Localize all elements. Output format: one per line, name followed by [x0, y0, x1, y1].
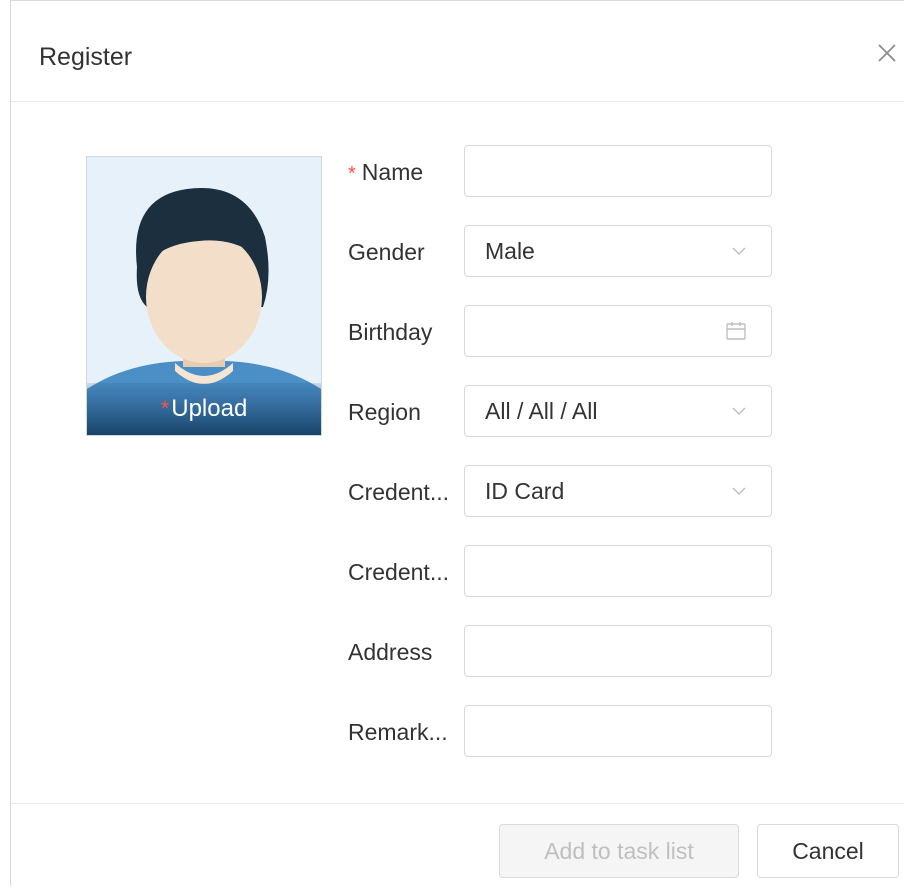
name-label: * Name [348, 145, 423, 199]
chevron-down-icon [732, 407, 746, 415]
credential-type-value: ID Card [485, 478, 565, 504]
required-mark: * [348, 163, 356, 185]
chevron-down-icon [732, 487, 746, 495]
dialog-header: Register [11, 1, 904, 102]
credential-type-select[interactable]: ID Card [464, 465, 772, 517]
dialog-title: Register [39, 43, 133, 71]
chevron-down-icon [732, 247, 746, 255]
region-select[interactable]: All / All / All [464, 385, 772, 437]
gender-select[interactable]: Male [464, 225, 772, 277]
address-field[interactable] [485, 627, 751, 676]
name-label-text: Name [361, 159, 424, 185]
register-dialog: Register * Upload * Name Gender Male Bir… [10, 0, 904, 886]
credential-type-label: Credent... [348, 479, 449, 505]
remark-input[interactable] [464, 705, 772, 757]
birthday-picker[interactable] [464, 305, 772, 357]
upload-text: Upload [171, 395, 248, 422]
credential-number-label: Credent... [348, 559, 449, 585]
address-input[interactable] [464, 625, 772, 677]
region-label: Region [348, 399, 421, 425]
calendar-icon [726, 322, 746, 340]
required-mark: * [160, 396, 170, 421]
close-icon[interactable] [873, 39, 901, 67]
birthday-label: Birthday [348, 319, 433, 345]
cancel-button[interactable]: Cancel [757, 824, 899, 878]
remark-label: Remark... [348, 719, 448, 745]
dialog-footer: Add to task list Cancel [11, 803, 904, 888]
remark-field[interactable] [485, 707, 751, 756]
credential-number-field[interactable] [485, 547, 751, 596]
credential-number-input[interactable] [464, 545, 772, 597]
gender-value: Male [485, 238, 535, 264]
address-label: Address [348, 639, 433, 665]
gender-label: Gender [348, 239, 425, 265]
region-value: All / All / All [485, 398, 598, 424]
name-field[interactable] [485, 147, 751, 196]
add-to-task-list-button[interactable]: Add to task list [499, 824, 739, 878]
name-input[interactable] [464, 145, 772, 197]
photo-upload[interactable]: * Upload [86, 156, 322, 436]
upload-label[interactable]: * Upload [87, 383, 321, 435]
